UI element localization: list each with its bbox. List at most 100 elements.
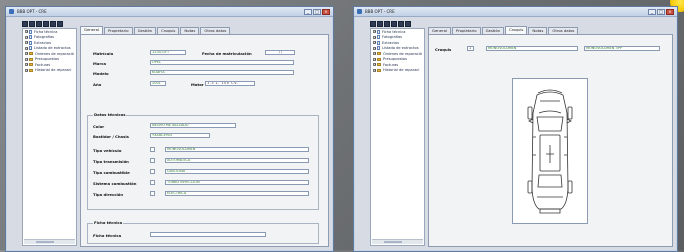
modelo-field[interactable]: KOAFIA — [150, 70, 294, 75]
tipo-combustible-field[interactable]: GASOLINA — [165, 169, 309, 174]
maximize-button[interactable]: □ — [313, 8, 321, 15]
marca-field[interactable]: OPEL — [150, 60, 294, 65]
motor-field[interactable]: 1.3 L. 100 CV. — [205, 81, 255, 86]
datos-tecnicos-title: Datos técnicos — [93, 112, 127, 117]
tipo-transmision-code[interactable] — [150, 158, 155, 163]
croquis-type-field[interactable]: MONOVOLUMEN — [486, 46, 578, 51]
previous-record-icon[interactable] — [29, 21, 35, 27]
tipo-direccion-code[interactable] — [150, 191, 155, 196]
delete-icon[interactable] — [405, 21, 411, 27]
expand-icon[interactable]: + — [25, 63, 29, 67]
horizontal-scrollbar[interactable] — [372, 239, 423, 244]
folder-icon — [377, 63, 381, 67]
folder-icon — [29, 68, 33, 72]
tree-item-label: Facturas — [383, 62, 399, 67]
document-icon — [377, 29, 380, 34]
expand-icon[interactable]: + — [25, 30, 29, 34]
ficha-tecnica-field[interactable] — [150, 232, 266, 237]
next-record-icon[interactable] — [384, 21, 390, 27]
expand-icon[interactable]: + — [373, 35, 377, 39]
vehicle-diagram-box — [512, 78, 588, 224]
expand-icon[interactable]: + — [373, 57, 377, 61]
expand-icon[interactable]: + — [25, 52, 29, 56]
tab-4[interactable]: Notas — [180, 27, 200, 34]
tab-5[interactable]: Otros datos — [548, 27, 579, 34]
tree-item[interactable]: + Listado de extractos — [371, 46, 424, 52]
sistema-combustion-code[interactable] — [150, 180, 155, 185]
toolbar — [22, 21, 63, 27]
tipo-transmision-field[interactable]: AUTOMÁTICA — [165, 158, 309, 163]
minimize-button[interactable]: _ — [648, 8, 656, 15]
croquis-code-field[interactable]: 1 — [467, 46, 474, 51]
general-tab-panel: Matrícula 1234-GFT Fecha de matriculació… — [80, 34, 329, 247]
tab-1[interactable]: Propietario — [103, 27, 133, 34]
expand-icon[interactable]: + — [373, 63, 377, 67]
tab-1[interactable]: Propietario — [451, 27, 481, 34]
tab-0[interactable]: General — [80, 26, 103, 34]
tree-item-label: Listado de extractos — [34, 46, 71, 51]
tree-item[interactable]: + Listado de extractos — [23, 46, 76, 52]
window-title: BBB OPT - CRE — [17, 9, 47, 14]
tree-item[interactable]: + Historial de reparaci — [371, 68, 424, 74]
app-icon — [357, 9, 362, 14]
tab-4[interactable]: Notas — [528, 27, 548, 34]
tipo-vehiculo-field[interactable]: MONOVOLUMEN — [165, 147, 309, 152]
bastidor-label: Bastidor / Chasis — [93, 134, 129, 139]
tipo-direccion-field[interactable]: ELÉCTRICA — [165, 191, 309, 196]
tree-item-label: Fotografías — [382, 35, 403, 40]
expand-icon[interactable]: + — [373, 52, 377, 56]
first-record-icon[interactable] — [370, 21, 376, 27]
tab-2[interactable]: Gestión — [481, 27, 505, 34]
tab-3[interactable]: Croquis — [157, 27, 180, 34]
tipo-transmision-label: Tipo transmisión — [93, 159, 129, 164]
tab-strip: General Propietario Gestión Croquis Notas Otr… — [428, 26, 579, 34]
expand-icon[interactable]: + — [373, 30, 377, 34]
ano-field[interactable]: 2001 — [150, 81, 166, 86]
close-button[interactable]: × — [322, 8, 330, 15]
tab-5[interactable]: Otros datos — [200, 27, 231, 34]
document-icon — [29, 46, 32, 51]
tab-2[interactable]: Gestión — [133, 27, 157, 34]
edit-icon[interactable] — [398, 21, 404, 27]
maximize-button[interactable]: □ — [657, 8, 665, 15]
ficha-tecnica-label: Ficha técnica — [93, 233, 122, 238]
next-record-icon[interactable] — [36, 21, 42, 27]
tipo-vehiculo-code[interactable] — [150, 147, 155, 152]
navigation-tree: + Ficha técnica + Fotografías + Extractos + Lis… — [370, 28, 425, 246]
last-record-icon[interactable] — [43, 21, 49, 27]
car-top-view-diagram[interactable] — [513, 79, 587, 223]
expand-icon[interactable]: + — [25, 57, 29, 61]
expand-icon[interactable]: + — [25, 68, 29, 72]
window-titlebar: BBB OPT - CRE _ □ × — [6, 7, 333, 17]
marca-label: Marca — [93, 61, 107, 66]
fecha-matriculacion-field[interactable]: / / — [265, 50, 295, 55]
sistema-combustion-field[interactable]: TURBO INYECCIÓN — [165, 180, 309, 185]
horizontal-scrollbar[interactable] — [24, 239, 75, 244]
edit-icon[interactable] — [50, 21, 56, 27]
croquis-tab-panel: Croquis 1 MONOVOLUMEN MONOVOLUMEN 3PP — [428, 34, 673, 247]
croquis-label: Croquis — [435, 47, 452, 52]
close-button[interactable]: × — [666, 8, 674, 15]
tree-item-label: Extractos — [34, 40, 51, 45]
color-field[interactable]: NEGRO METALIZADO — [150, 123, 236, 128]
tipo-combustible-code[interactable] — [150, 169, 155, 174]
tab-0[interactable]: General — [428, 27, 451, 34]
document-icon — [29, 29, 32, 34]
first-record-icon[interactable] — [22, 21, 28, 27]
expand-icon[interactable]: + — [373, 41, 377, 45]
last-record-icon[interactable] — [391, 21, 397, 27]
delete-icon[interactable] — [57, 21, 63, 27]
minimize-button[interactable]: _ — [304, 8, 312, 15]
expand-icon[interactable]: + — [373, 46, 377, 50]
bastidor-field[interactable]: YXZ8L3903 — [150, 133, 210, 138]
previous-record-icon[interactable] — [377, 21, 383, 27]
tab-3[interactable]: Croquis — [505, 26, 528, 34]
expand-icon[interactable]: + — [25, 46, 29, 50]
expand-icon[interactable]: + — [25, 41, 29, 45]
matricula-field[interactable]: 1234-GFT — [150, 50, 186, 55]
tree-item[interactable]: + Historial de reparaci — [23, 68, 76, 74]
expand-icon[interactable]: + — [25, 35, 29, 39]
croquis-subtype-field[interactable]: MONOVOLUMEN 3PP — [584, 46, 660, 51]
expand-icon[interactable]: + — [373, 68, 377, 72]
tree-item-label: Historial de reparaci — [35, 68, 72, 73]
